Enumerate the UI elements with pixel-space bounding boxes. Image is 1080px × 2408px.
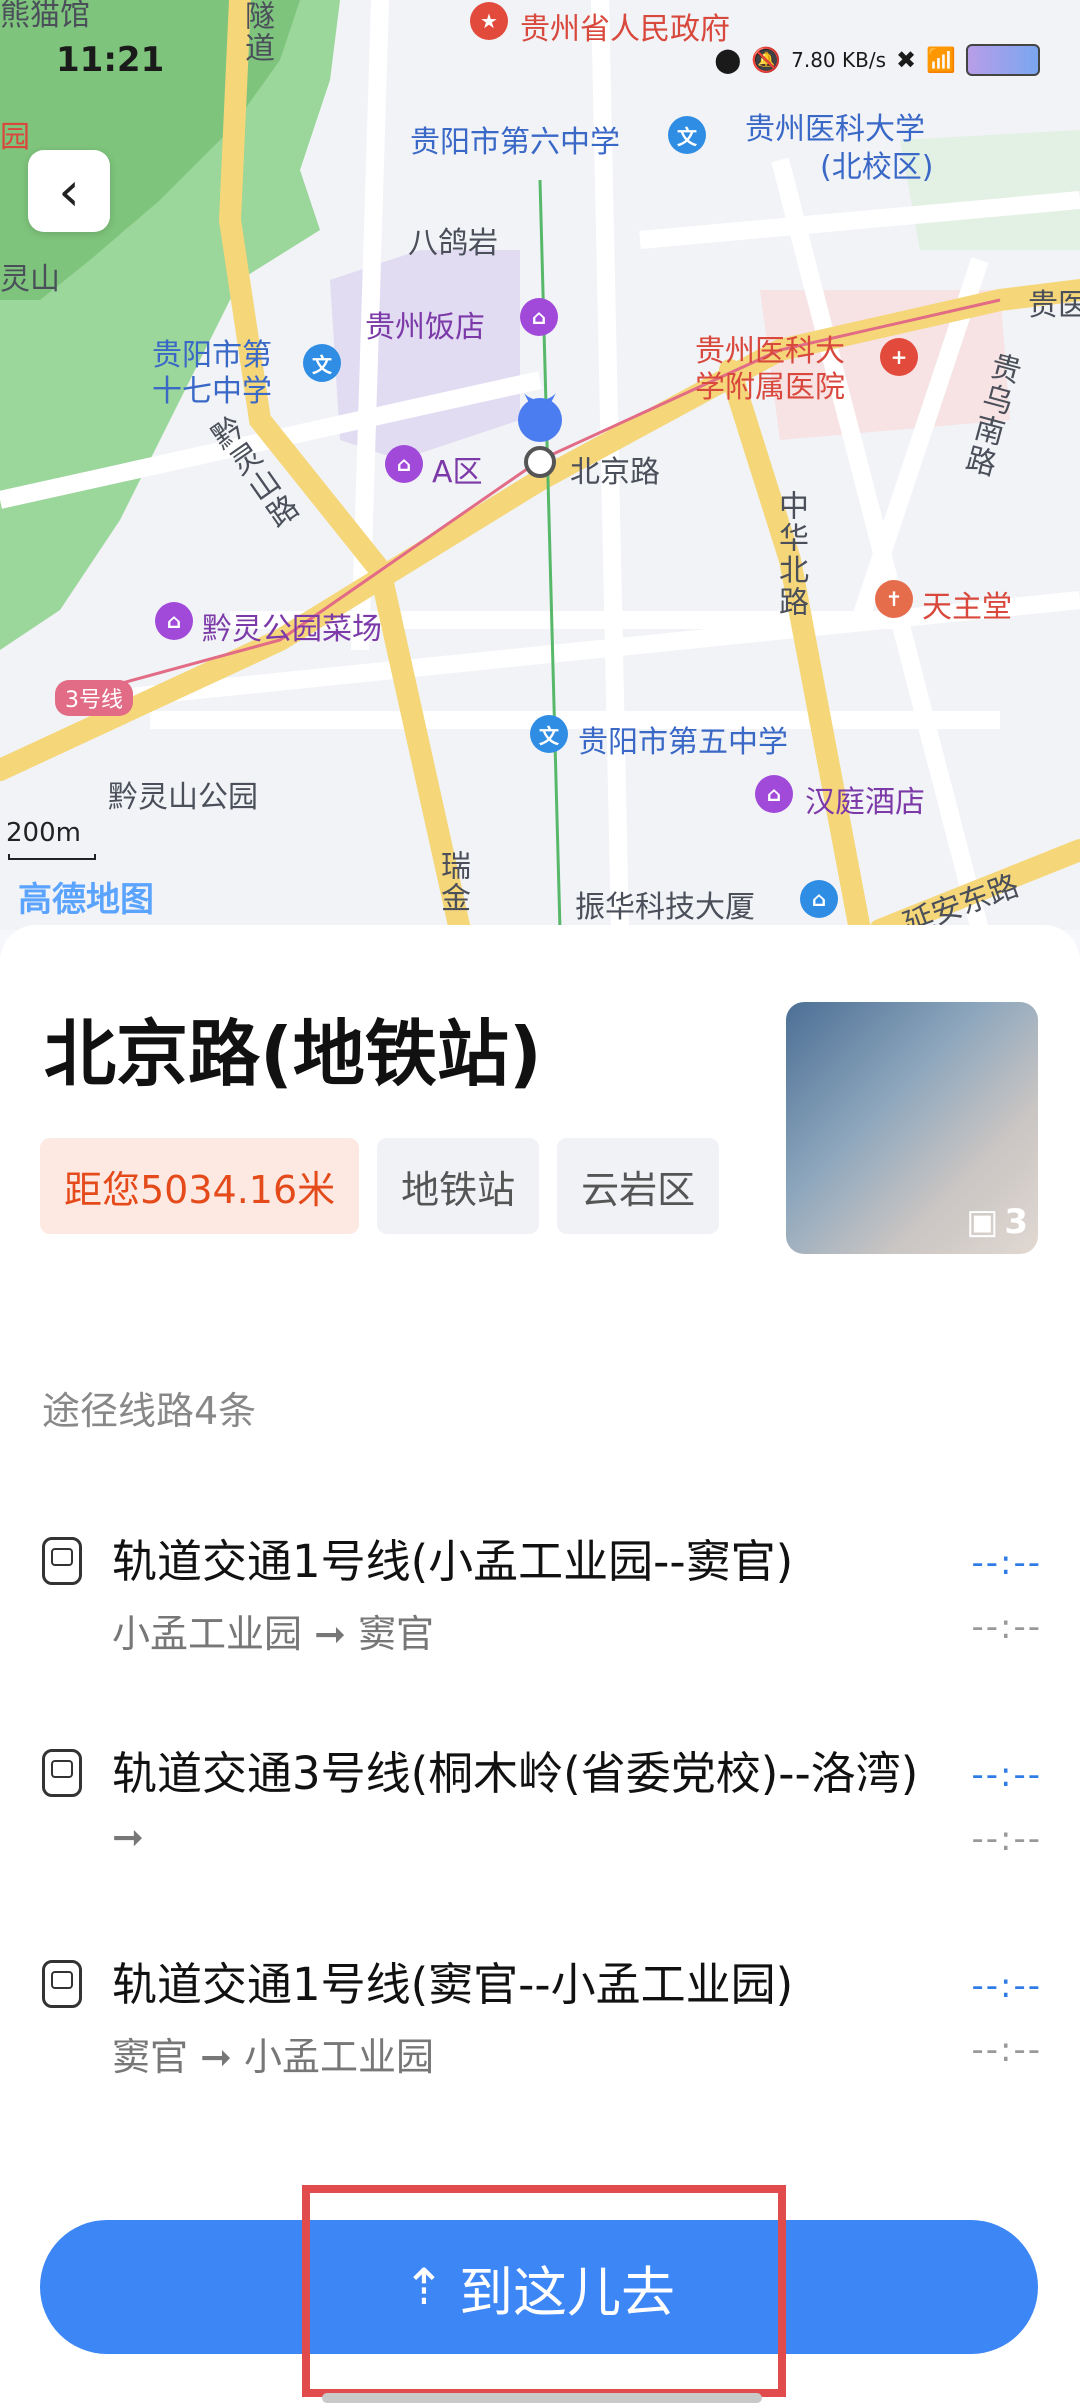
school5-icon: 文 — [530, 715, 568, 753]
map-label-beijing-road: 北京路 — [570, 455, 660, 490]
back-button[interactable]: ‹ — [28, 150, 110, 232]
map-scale-label: 200m — [6, 818, 81, 848]
zhenhua-icon: ⌂ — [800, 880, 838, 918]
location-icon: ⬤ — [714, 46, 742, 74]
route-name: 轨道交通1号线(窦官--小孟工业园) — [112, 1958, 794, 2011]
photo-count: ▣ 3 — [966, 1202, 1028, 1242]
status-time: 11:21 — [56, 40, 165, 80]
type-tag: 地铁站 — [377, 1138, 540, 1234]
route-name: 轨道交通3号线(桐木岭(省委党校)--洛湾) — [112, 1747, 919, 1800]
map-label-park: 黔灵山公园 — [108, 780, 258, 815]
amap-logo: 高德地图 — [18, 880, 154, 920]
page: 贵州省人民政府 ★ 贵阳市第六中学 文 贵州医科大学 (北校区) 八鸽岩 贵州饭… — [0, 0, 1080, 2408]
station-photo[interactable]: ▣ 3 — [786, 1002, 1038, 1254]
map-label-bageyan: 八鸽岩 — [408, 226, 498, 261]
metro-icon — [42, 1960, 82, 2008]
route-following-time: --:-- — [971, 2030, 1042, 2070]
hospital-icon: + — [880, 338, 918, 376]
route-direction: 小孟工业园 ➞ 窦官 — [112, 1612, 434, 1656]
distance-tag: 距您5034.16米 — [40, 1138, 360, 1234]
church-icon: ✝ — [875, 580, 913, 618]
map-label-hanting: 汉庭酒店 — [805, 785, 925, 820]
routes-title: 途径线路4条 — [42, 1389, 257, 1433]
mute-icon: 🔕 — [751, 46, 782, 74]
tag-row: 距您5034.16米 地铁站 云岩区 — [40, 1138, 720, 1234]
metro-icon — [42, 1749, 82, 1797]
map[interactable]: 贵州省人民政府 ★ 贵阳市第六中学 文 贵州医科大学 (北校区) 八鸽岩 贵州饭… — [0, 0, 1080, 930]
route-item[interactable]: 轨道交通1号线(窦官--小孟工业园) 窦官 ➞ 小孟工业园 --:-- --:-… — [42, 1948, 1042, 2079]
a-area-icon: ⌂ — [385, 445, 423, 483]
market-icon: ⌂ — [155, 602, 193, 640]
route-next-time: --:-- — [971, 1755, 1042, 1795]
wifi-icon: 📶 — [926, 46, 956, 74]
hotel-icon: ⌂ — [520, 298, 558, 336]
image-icon: ▣ — [966, 1202, 999, 1242]
route-name: 轨道交通1号线(小孟工业园--窦官) — [112, 1535, 794, 1588]
map-label-shan: 灵山 — [0, 262, 60, 297]
map-label-gmu2: (北校区) — [820, 150, 934, 185]
sim-off-icon: ✖ — [896, 46, 917, 74]
map-label-a-area: A区 — [432, 455, 483, 490]
map-label-school5: 贵阳市第五中学 — [578, 725, 788, 760]
school-icon: 文 — [668, 116, 706, 154]
map-label-guiyi: 贵医 — [1028, 288, 1080, 323]
map-label-hospital2: 学附属医院 — [695, 370, 845, 405]
metro-icon — [42, 1537, 82, 1585]
net-speed: 7.80 KB/s — [791, 48, 886, 72]
station-title: 北京路(地铁站) — [44, 1012, 542, 1096]
photo-count-value: 3 — [1004, 1202, 1028, 1242]
map-label-school6: 贵阳市第六中学 — [410, 125, 620, 160]
route-next-time: --:-- — [971, 1543, 1042, 1583]
battery-icon — [966, 44, 1040, 76]
route-following-time: --:-- — [971, 1819, 1042, 1859]
map-label-ruijin: 瑞金 — [435, 850, 470, 914]
district-tag: 云岩区 — [557, 1138, 720, 1234]
route-item[interactable]: 轨道交通3号线(桐木岭(省委党校)--洛湾) ➞ --:-- --:-- — [42, 1737, 1042, 1867]
map-label-zhenhua: 振华科技大厦 — [575, 890, 755, 925]
map-scale-bar — [8, 854, 96, 860]
map-label-school17b: 十七中学 — [152, 374, 272, 409]
route-following-time: --:-- — [971, 1607, 1042, 1647]
route-direction: ➞ — [112, 1815, 144, 1859]
route-item[interactable]: 轨道交通1号线(小孟工业园--窦官) 小孟工业园 ➞ 窦官 --:-- --:-… — [42, 1525, 1042, 1656]
highlight-box — [302, 2185, 786, 2397]
route-direction: 窦官 ➞ 小孟工业园 — [112, 2035, 434, 2079]
hanting-icon: ⌂ — [755, 775, 793, 813]
chevron-left-icon: ‹ — [58, 159, 80, 223]
map-label-zhonghua-road: 中华北路 — [773, 490, 808, 618]
map-label-hotel-guizhou: 贵州饭店 — [365, 310, 485, 345]
map-label-market: 黔灵公园菜场 — [202, 612, 382, 647]
map-label-church: 天主堂 — [922, 590, 1012, 625]
station-card: 北京路(地铁站) 距您5034.16米 地铁站 云岩区 ▣ 3 途径线路4条 轨… — [0, 925, 1080, 2408]
route-next-time: --:-- — [971, 1966, 1042, 2006]
home-indicator[interactable] — [322, 2393, 762, 2403]
school-17-icon: 文 — [303, 344, 341, 382]
status-icons: ⬤ 🔕 7.80 KB/s ✖ 📶 — [714, 44, 1040, 76]
status-bar: 11:21 ⬤ 🔕 7.80 KB/s ✖ 📶 — [0, 0, 1080, 120]
map-label-line3: 3号线 — [55, 680, 133, 716]
